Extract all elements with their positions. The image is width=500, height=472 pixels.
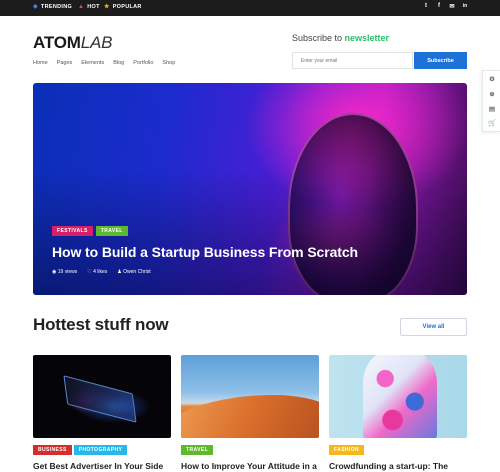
card-image-desert[interactable]: [181, 355, 319, 438]
popular-label: POPULAR: [112, 4, 142, 10]
card-2[interactable]: [181, 355, 319, 438]
view-all-button[interactable]: View all: [400, 318, 467, 336]
star-icon: ★: [104, 4, 110, 10]
card-1-title[interactable]: Get Best Advertiser In Your Side: [33, 461, 173, 471]
nav-pages[interactable]: Pages: [57, 60, 73, 66]
card-3-title[interactable]: Crowdfunding a start-up: The: [329, 461, 469, 471]
tag-travel[interactable]: TRAVEL: [95, 226, 128, 236]
tag-business[interactable]: BUSINESS: [33, 445, 72, 455]
top-bar: ◆ TRENDING ▲ HOT ★ POPULAR t f ✉ in: [0, 0, 500, 16]
logo-bold-text: ATOM: [33, 33, 81, 52]
author-meta[interactable]: ♟ Owen Christ: [117, 269, 150, 275]
site-logo[interactable]: ATOMLAB: [33, 33, 112, 53]
card-3[interactable]: [329, 355, 467, 438]
card-image-laptop[interactable]: [33, 355, 171, 438]
email-field[interactable]: [292, 52, 413, 69]
tag-travel[interactable]: TRAVEL: [181, 445, 214, 455]
hero-title[interactable]: How to Build a Startup Business From Scr…: [52, 244, 358, 260]
hero-banner[interactable]: FESTIVALS TRAVEL How to Build a Startup …: [33, 83, 467, 295]
popular-link[interactable]: ★ POPULAR: [104, 4, 142, 10]
subscribe-button[interactable]: Subscribe: [414, 52, 467, 69]
hot-label: HOT: [87, 4, 100, 10]
hero-overlay: [33, 83, 467, 295]
model-shape: [363, 355, 437, 438]
flame-icon: ▲: [78, 4, 85, 10]
nav-blog[interactable]: Blog: [113, 60, 124, 66]
card-2-tags: TRAVEL: [181, 445, 214, 455]
views-count: 19 views: [57, 269, 78, 275]
gear-icon[interactable]: ⚙: [483, 73, 500, 87]
lifebuoy-icon[interactable]: ⊕: [483, 88, 500, 102]
main-nav: Home Pages Elements Blog Portfolio Shop: [33, 60, 175, 66]
twitter-icon[interactable]: t: [422, 3, 430, 9]
card-1-tags: BUSINESS PHOTOGRAPHY: [33, 445, 128, 455]
newsletter-prefix: Subscribe to: [292, 33, 345, 43]
views-meta: ◉ 19 views: [52, 269, 77, 275]
tag-fashion[interactable]: FASHION: [329, 445, 365, 455]
likes-meta: ♡ 4 likes: [87, 269, 107, 275]
trending-label: TRENDING: [40, 4, 73, 10]
mail-icon[interactable]: ✉: [448, 3, 456, 10]
nav-home[interactable]: Home: [33, 60, 48, 66]
tag-photography[interactable]: PHOTOGRAPHY: [73, 445, 128, 455]
facebook-icon[interactable]: f: [435, 3, 443, 9]
newsletter-title: Subscribe to newsletter: [292, 33, 389, 43]
card-image-fashion[interactable]: [329, 355, 467, 438]
card-3-tags: FASHION: [329, 445, 365, 455]
trending-link[interactable]: ◆ TRENDING: [33, 4, 72, 10]
section-title: Hottest stuff now: [33, 315, 169, 334]
newsletter-highlight: newsletter: [344, 33, 390, 43]
hot-link[interactable]: ▲ HOT: [78, 4, 100, 10]
side-toolbar: ⚙ ⊕ ▤ 🛒: [482, 70, 500, 132]
tag-festivals[interactable]: FESTIVALS: [52, 226, 93, 236]
author-name: Owen Christ: [123, 269, 151, 275]
laptop-shape: [63, 375, 137, 423]
nav-shop[interactable]: Shop: [162, 60, 175, 66]
cart-icon[interactable]: 🛒: [483, 117, 500, 131]
bolt-icon: ◆: [33, 4, 38, 10]
nav-elements[interactable]: Elements: [81, 60, 104, 66]
logo-italic-text: LAB: [80, 33, 113, 52]
nav-portfolio[interactable]: Portfolio: [133, 60, 153, 66]
likes-count: 4 likes: [93, 269, 108, 275]
document-icon[interactable]: ▤: [483, 103, 500, 117]
linkedin-icon[interactable]: in: [461, 3, 469, 9]
card-2-title[interactable]: How to Improve Your Attitude in a: [181, 461, 321, 471]
hero-tags: FESTIVALS TRAVEL: [52, 226, 128, 236]
hero-meta: ◉ 19 views ♡ 4 likes ♟ Owen Christ: [52, 269, 151, 275]
card-1[interactable]: [33, 355, 171, 438]
dune-shape: [181, 395, 319, 438]
